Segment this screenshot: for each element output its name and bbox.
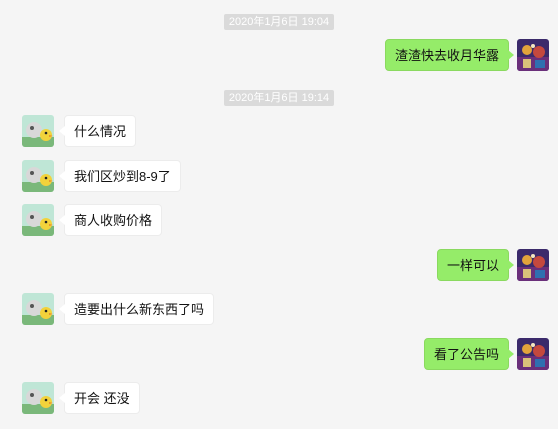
avatar-contact[interactable] bbox=[22, 293, 54, 325]
avatar-contact[interactable] bbox=[22, 115, 54, 147]
message-row: 一样可以 bbox=[0, 249, 558, 283]
avatar-contact[interactable] bbox=[22, 160, 54, 192]
timestamp: 2020年1月6日 19:04 bbox=[0, 12, 558, 30]
message-row: 开会 还没 bbox=[0, 382, 558, 416]
message-row: 什么情况 bbox=[0, 115, 558, 149]
avatar-contact[interactable] bbox=[22, 204, 54, 236]
message-row: 看了公告吗 bbox=[0, 338, 558, 372]
timestamp-label: 2020年1月6日 19:14 bbox=[223, 90, 335, 106]
message-row: 渣渣快去收月华露 bbox=[0, 39, 558, 73]
message-bubble-self[interactable]: 看了公告吗 bbox=[423, 338, 515, 370]
timestamp: 2020年1月6日 19:14 bbox=[0, 88, 558, 106]
message-bubble-self[interactable]: 一样可以 bbox=[436, 249, 515, 281]
avatar-contact[interactable] bbox=[22, 382, 54, 414]
message-bubble-contact[interactable]: 我们区炒到8-9了 bbox=[59, 160, 181, 192]
message-bubble-contact[interactable]: 商人收购价格 bbox=[58, 204, 163, 236]
chat-window: 2020年1月6日 19:04 渣渣快去收月华露 2020年1月6日 19:14 bbox=[0, 0, 558, 429]
message-bubble-contact[interactable]: 什么情况 bbox=[58, 115, 137, 147]
message-row: 造要出什么新东西了吗 bbox=[0, 293, 558, 327]
timestamp-label: 2020年1月6日 19:04 bbox=[223, 14, 335, 30]
message-row: 我们区炒到8-9了 bbox=[0, 160, 558, 194]
message-bubble-contact[interactable]: 开会 还没 bbox=[59, 382, 140, 414]
avatar-self[interactable] bbox=[517, 39, 549, 71]
avatar-self[interactable] bbox=[517, 249, 549, 281]
avatar-self[interactable] bbox=[517, 338, 549, 370]
message-bubble-self[interactable]: 渣渣快去收月华露 bbox=[384, 39, 515, 71]
message-row: 商人收购价格 bbox=[0, 204, 558, 238]
message-bubble-contact[interactable]: 造要出什么新东西了吗 bbox=[58, 293, 215, 325]
